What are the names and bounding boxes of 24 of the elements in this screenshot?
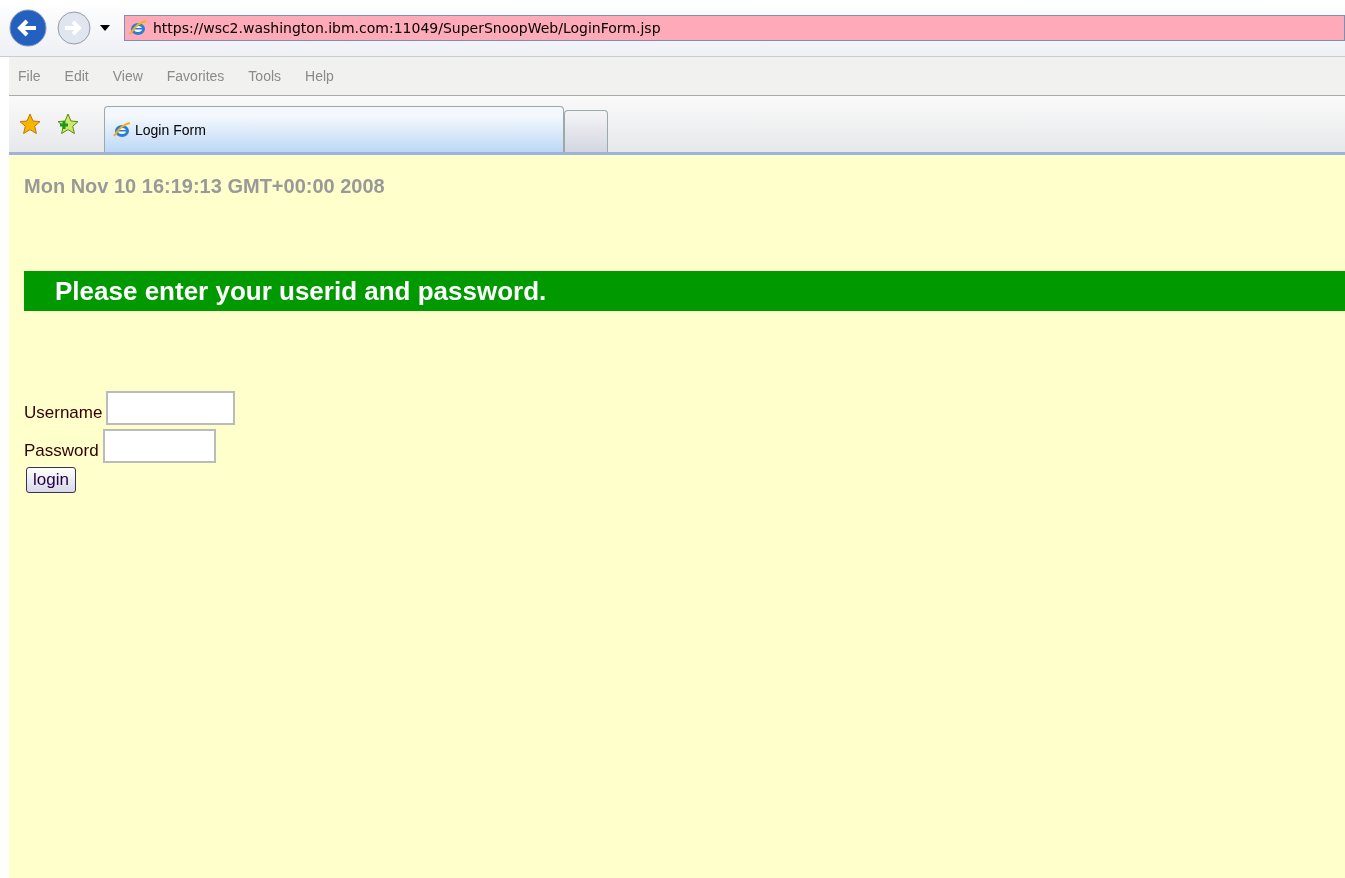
instruction-banner: Please enter your userid and password. bbox=[24, 271, 1345, 311]
timestamp: Mon Nov 10 16:19:13 GMT+00:00 2008 bbox=[24, 175, 385, 197]
field-label: Username bbox=[24, 403, 103, 424]
input-field[interactable] bbox=[102, 429, 216, 463]
address-bar[interactable]: https://wsc2.washington.ibm.com:11049/SuperSnoopWeb/LoginForm.jsp bbox=[124, 15, 1345, 41]
menu-item[interactable]: View bbox=[112, 68, 143, 84]
login-button[interactable]: login bbox=[26, 467, 76, 493]
favorites-star-icon[interactable] bbox=[18, 112, 42, 136]
forward-button[interactable] bbox=[56, 10, 92, 46]
dropdown-caret-icon[interactable] bbox=[100, 25, 110, 31]
menu-item[interactable]: File bbox=[18, 68, 41, 84]
browser-logo-icon bbox=[129, 19, 147, 37]
menu-item[interactable]: Help bbox=[305, 68, 334, 84]
menu-item[interactable]: Favorites bbox=[166, 68, 225, 84]
back-button[interactable] bbox=[8, 8, 48, 48]
input-field[interactable] bbox=[106, 391, 236, 425]
browser-tab[interactable]: Login Form bbox=[104, 106, 564, 152]
new-tab-button[interactable] bbox=[564, 110, 608, 152]
menu-item[interactable]: Edit bbox=[64, 68, 89, 84]
url-text: https://wsc2.washington.ibm.com:11049/SuperSnoopWeb/LoginForm.jsp bbox=[153, 20, 661, 36]
field-label: Password bbox=[24, 441, 99, 462]
browser-logo-icon bbox=[113, 120, 131, 139]
add-favorite-icon[interactable] bbox=[56, 112, 80, 136]
menu-item[interactable]: Tools bbox=[248, 68, 282, 84]
